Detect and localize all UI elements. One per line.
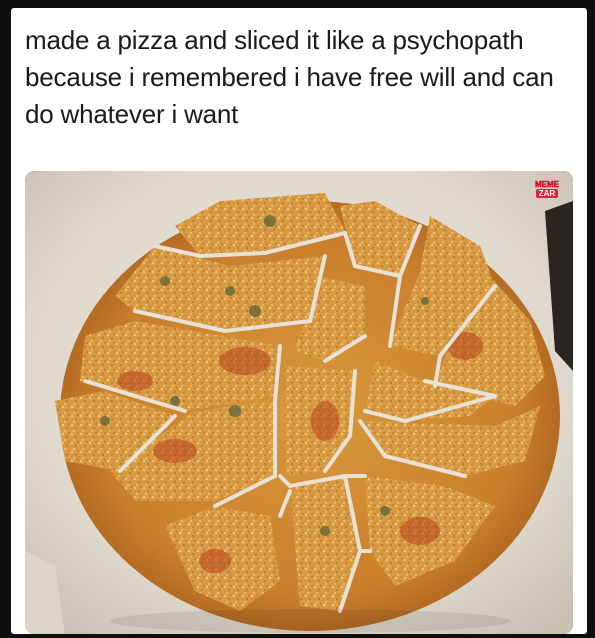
watermark-logo: MEME ZAR	[531, 180, 563, 198]
post-caption: made a pizza and sliced it like a psycho…	[25, 25, 554, 129]
pizza-illustration	[25, 171, 573, 634]
pizza-photo[interactable]: MEME ZAR	[25, 171, 573, 634]
post-card: made a pizza and sliced it like a psycho…	[11, 8, 587, 634]
watermark-line1: MEME	[535, 180, 559, 189]
watermark-line2: ZAR	[535, 189, 559, 198]
